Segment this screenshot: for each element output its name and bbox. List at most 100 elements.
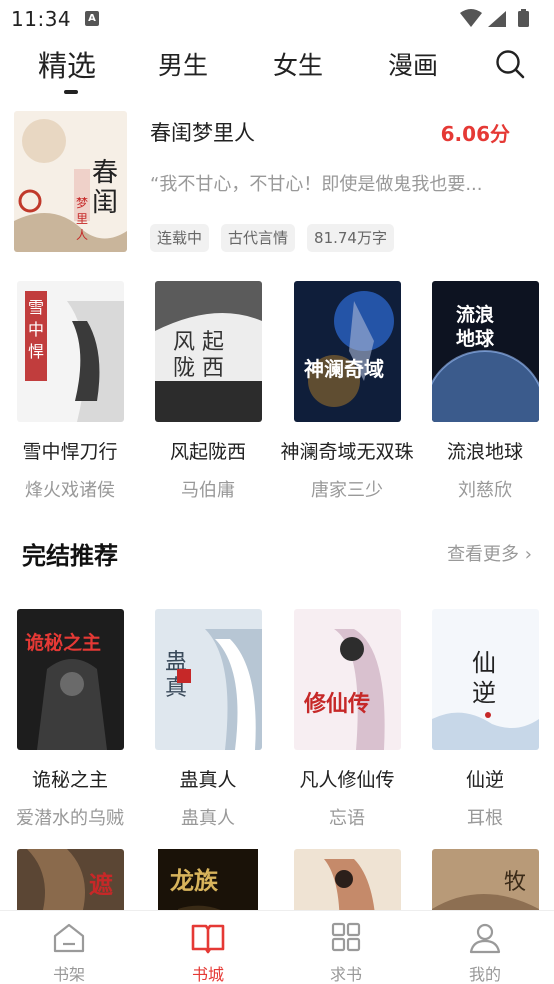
svg-text:人: 人	[76, 228, 88, 242]
book-cover[interactable]: 修仙传	[293, 609, 401, 750]
book-name[interactable]: 雪中悍刀行	[0, 437, 140, 464]
svg-text:流浪: 流浪	[456, 303, 494, 326]
svg-text:里: 里	[76, 212, 88, 226]
book-cover[interactable]: 遮	[16, 849, 124, 910]
book-author: 蛊真人	[181, 808, 235, 829]
nav-bookshelf-label[interactable]: 书架	[29, 961, 109, 984]
book-author: 唐家三少	[311, 480, 383, 501]
nav-bookshelf[interactable]: 书架	[29, 921, 109, 984]
book-cover[interactable]: 神澜奇域	[293, 281, 401, 422]
book-author: 忘语	[329, 808, 365, 829]
book-name[interactable]: 神澜奇域无双珠	[277, 437, 417, 464]
book-cover[interactable]: 雪 中 悍	[16, 281, 124, 422]
book-item[interactable]: 龙族	[138, 849, 278, 910]
view-more-link[interactable]: 查看更多 ›	[447, 540, 532, 566]
book-item[interactable]: 神澜奇域 神澜奇域无双珠 唐家三少	[277, 281, 417, 502]
tab-indicator	[64, 90, 78, 94]
book-name[interactable]: 蛊真人	[138, 765, 278, 792]
nav-profile[interactable]: 我的	[445, 921, 525, 984]
main-content: 春 闺 梦 里 人 春闺梦里人 6.06分 “我不甘心，不甘心！即使是做鬼我也要…	[0, 108, 554, 910]
notification-icon: A	[85, 11, 99, 26]
book-item[interactable]: 仙 逆 仙逆 耳根	[415, 609, 554, 830]
book-cover[interactable]: 龙族	[155, 849, 262, 910]
book-cover[interactable]: 诡秘之主	[16, 609, 124, 750]
book-item[interactable]: 修仙传 凡人修仙传 忘语	[277, 609, 417, 830]
svg-text:地球: 地球	[456, 327, 495, 350]
grid-icon[interactable]	[328, 921, 364, 955]
nav-bookstore-label[interactable]: 书城	[168, 961, 248, 984]
book-item[interactable]: 蛊 真 蛊真人 蛊真人	[138, 609, 278, 830]
nav-bookstore[interactable]: 书城	[168, 921, 248, 984]
featured-book-title[interactable]: 春闺梦里人	[150, 117, 255, 147]
book-cover[interactable]: 牧	[431, 849, 539, 910]
bottom-nav: 书架 书城 求书 我的	[0, 910, 554, 984]
tab-featured[interactable]: 精选	[38, 43, 96, 85]
top-tab-bar: 精选 男生 女生 漫画	[0, 36, 554, 108]
battery-icon	[518, 11, 529, 27]
book-item[interactable]: 牧	[415, 849, 554, 910]
book-item[interactable]: 流浪 地球 流浪地球 刘慈欣	[415, 281, 554, 502]
book-cover[interactable]: 风 起 陇 西	[154, 281, 262, 422]
search-icon[interactable]	[495, 49, 525, 79]
book-item[interactable]: 遮	[0, 849, 140, 910]
status-bar: 11:34 A	[0, 0, 554, 36]
book-name[interactable]: 风起陇西	[138, 437, 278, 464]
open-book-icon[interactable]	[190, 921, 226, 955]
svg-text:逆: 逆	[472, 679, 496, 707]
tag-genre: 古代言情	[221, 224, 296, 252]
featured-cover-title: 春	[92, 158, 118, 188]
featured-book-cover[interactable]: 春 闺 梦 里 人	[14, 111, 127, 252]
book-cover[interactable]: 仙 逆	[431, 609, 539, 750]
book-item[interactable]: 风 起 陇 西 风起陇西 马伯庸	[138, 281, 278, 502]
svg-text:闺: 闺	[92, 188, 118, 218]
book-author: 爱潜水的乌贼	[16, 808, 124, 829]
system-status-icons	[460, 9, 529, 27]
book-author: 耳根	[467, 808, 503, 829]
book-author: 刘慈欣	[458, 480, 512, 501]
svg-text:悍: 悍	[28, 342, 44, 361]
chevron-right-icon[interactable]: ›	[525, 544, 532, 565]
signal-icon	[488, 11, 506, 27]
book-name[interactable]: 流浪地球	[415, 437, 554, 464]
bookstore-screen: 11:34 A 精选 男生 女生 漫画 春 闺 梦 里 人 春闺梦里人 6.06…	[0, 0, 554, 984]
nav-request-label[interactable]: 求书	[306, 961, 386, 984]
book-cover-text: 牧	[504, 870, 526, 895]
book-cover[interactable]: 流浪 地球	[431, 281, 539, 422]
view-more-label[interactable]: 查看更多	[447, 544, 519, 565]
book-name[interactable]: 仙逆	[415, 765, 554, 792]
book-item[interactable]	[277, 849, 417, 910]
svg-text:陇 西: 陇 西	[173, 356, 224, 381]
svg-text:修仙传: 修仙传	[303, 691, 370, 717]
nav-profile-label[interactable]: 我的	[445, 961, 525, 984]
book-cover-text: 龙族	[170, 867, 219, 895]
book-item[interactable]: 诡秘之主 诡秘之主 爱潜水的乌贼	[0, 609, 140, 830]
svg-text:神澜奇域: 神澜奇域	[304, 357, 384, 381]
book-author: 烽火戏诸侯	[25, 480, 115, 501]
tab-male[interactable]: 男生	[158, 46, 208, 82]
tab-female[interactable]: 女生	[273, 46, 323, 82]
book-author: 马伯庸	[181, 480, 235, 501]
tab-comic[interactable]: 漫画	[388, 46, 438, 82]
book-name[interactable]: 诡秘之主	[0, 765, 140, 792]
svg-text:诡秘之主: 诡秘之主	[25, 631, 101, 654]
svg-text:雪: 雪	[28, 298, 44, 317]
featured-book-description: “我不甘心，不甘心！即使是做鬼我也要...	[150, 174, 483, 195]
book-name[interactable]: 凡人修仙传	[277, 765, 417, 792]
status-time: 11:34	[11, 7, 72, 31]
book-cover[interactable]	[293, 849, 401, 910]
wifi-icon	[460, 9, 482, 27]
svg-text:中: 中	[28, 320, 44, 339]
section-title: 完结推荐	[22, 542, 118, 570]
tag-word-count: 81.74万字	[307, 224, 394, 252]
book-cover-text: 遮	[89, 871, 113, 899]
svg-text:仙: 仙	[472, 649, 496, 677]
featured-book-tags: 连载中 古代言情 81.74万字	[150, 224, 394, 252]
book-item[interactable]: 雪 中 悍 雪中悍刀行 烽火戏诸侯	[0, 281, 140, 502]
book-cover[interactable]: 蛊 真	[154, 609, 262, 750]
svg-text:风 起: 风 起	[173, 330, 224, 355]
svg-text:梦: 梦	[76, 196, 88, 210]
user-icon[interactable]	[467, 921, 503, 955]
nav-request[interactable]: 求书	[306, 921, 386, 984]
tag-status: 连载中	[150, 224, 210, 252]
bookshelf-icon[interactable]	[51, 921, 87, 955]
